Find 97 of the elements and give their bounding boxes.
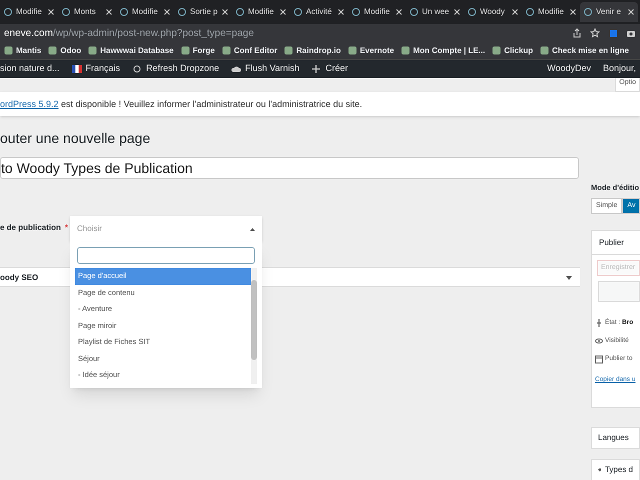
sidebar-box[interactable]: Langues: [591, 427, 640, 450]
tab-label[interactable]: Un wee: [422, 6, 450, 18]
browser-tab[interactable]: Un wee: [406, 2, 464, 22]
tab-label[interactable]: Modifie: [248, 6, 276, 18]
cloud-icon: [231, 65, 242, 73]
search-field[interactable]: [77, 247, 255, 264]
bookmark-icon: [492, 46, 502, 55]
bookmark-icon: [540, 46, 549, 55]
admin-bar-item[interactable]: Créer: [311, 62, 348, 76]
close-icon: [628, 9, 634, 15]
close-icon: [512, 9, 518, 15]
username-link[interactable]: WoodyDev: [547, 62, 591, 76]
caret-up-icon: [250, 228, 255, 230]
bookmark-icon: [88, 46, 98, 55]
update-notice: ordPress 5.9.2 est disponible ! Veuillez informer l'administrateur ou l'administratrice du site.: [0, 92, 640, 116]
star-icon: [590, 28, 600, 38]
bookmark-icon: [4, 46, 13, 55]
tab-label[interactable]: Modifie: [132, 6, 160, 18]
panel-title: oody SEO: [0, 272, 38, 284]
browser-tab[interactable]: Modifie: [348, 2, 406, 22]
bookmark-icon: [180, 46, 190, 55]
bookmark[interactable]: Hawwwai Database: [88, 44, 174, 56]
page-icon: [236, 8, 244, 16]
page-icon: [62, 8, 70, 16]
page-heading: outer une nouvelle page: [0, 129, 152, 148]
close-icon: [570, 9, 576, 15]
flag-icon: [72, 65, 82, 73]
page-icon: [294, 8, 302, 16]
page-icon: [120, 8, 128, 16]
preview-button[interactable]: [598, 281, 640, 302]
bookmark-icon: [48, 46, 58, 55]
eye-icon: [595, 336, 603, 346]
camera-icon: [626, 28, 636, 38]
greeting-link[interactable]: Bonjour,: [602, 62, 640, 76]
plus-icon: [311, 65, 322, 73]
page-icon: [352, 8, 360, 16]
url-field[interactable]: eneve.com/wp/wp-admin/post-new.php?post_type=page: [4, 26, 564, 40]
browser-tab[interactable]: Woody: [464, 2, 522, 22]
bookmark-icon: [222, 46, 231, 55]
close-icon: [48, 9, 54, 15]
share-icon: [572, 28, 582, 38]
admin-bar-item[interactable]: Français: [72, 62, 120, 76]
tab-label[interactable]: Modifie: [538, 6, 566, 18]
admin-bar-item[interactable]: sion nature d...: [0, 62, 60, 76]
tab-label[interactable]: Woody: [480, 6, 508, 18]
close-icon: [280, 9, 286, 15]
page-icon: [526, 8, 534, 16]
browser-tab[interactable]: Modifie: [0, 2, 58, 22]
extension-icon: [608, 28, 618, 38]
box-title: Publier: [592, 231, 640, 256]
bookmark[interactable]: Forge: [180, 44, 215, 56]
close-icon: [106, 9, 112, 15]
title-input[interactable]: to Woody Types de Publication: [0, 157, 579, 179]
bookmark[interactable]: Raindrop.io: [284, 44, 341, 56]
browser-tab[interactable]: Activité: [290, 2, 348, 22]
close-icon: [164, 9, 170, 15]
bookmark[interactable]: Clickup: [492, 44, 533, 56]
calendar-icon: [595, 354, 603, 364]
bookmark-icon: [401, 46, 410, 55]
bookmark[interactable]: Evernote: [348, 44, 394, 56]
tab-label[interactable]: Venir e: [596, 6, 624, 18]
bookmark-icon: [284, 46, 294, 55]
close-icon: [222, 9, 228, 15]
page-icon: [4, 8, 12, 16]
browser-tab[interactable]: Modifie: [522, 2, 580, 22]
admin-bar-item[interactable]: Flush Varnish: [231, 62, 300, 76]
pin-icon: [595, 318, 603, 328]
admin-bar-item[interactable]: Refresh Dropzone: [132, 62, 220, 76]
close-icon: [338, 9, 344, 15]
close-icon: [454, 9, 460, 15]
tab-label[interactable]: Sortie p: [190, 6, 218, 18]
bookmark[interactable]: Check mise en ligne: [540, 44, 629, 56]
field-label: e de publication *: [0, 222, 68, 234]
update-link[interactable]: ordPress 5.9.2: [0, 99, 59, 109]
refresh-icon: [132, 65, 142, 73]
browser-tab[interactable]: Sortie p: [174, 2, 232, 22]
tab-label[interactable]: Activité: [306, 6, 334, 18]
bookmark[interactable]: Mon Compte | LE...: [401, 44, 486, 56]
bookmark[interactable]: Mantis: [4, 44, 42, 56]
bookmark-icon: [348, 46, 357, 55]
tab-label[interactable]: Modifie: [16, 6, 44, 18]
browser-tab[interactable]: Modifie: [116, 2, 174, 22]
sidebar-box[interactable]: Types d: [591, 459, 640, 480]
scrollbar-thumb[interactable]: [251, 280, 257, 360]
page-icon: [468, 8, 476, 16]
caret-down-icon: [566, 276, 572, 280]
tab-label[interactable]: Modifie: [364, 6, 392, 18]
page-icon: [178, 8, 186, 16]
bookmark[interactable]: Conf Editor: [222, 44, 278, 56]
page-icon: [410, 8, 418, 16]
browser-tab[interactable]: Modifie: [232, 2, 290, 22]
page-icon: [584, 8, 592, 16]
close-icon: [396, 9, 402, 15]
tab-label[interactable]: Monts: [74, 6, 102, 18]
bookmark[interactable]: Odoo: [48, 44, 82, 56]
browser-tab[interactable]: Venir e: [580, 2, 638, 22]
browser-tab[interactable]: Monts: [58, 2, 116, 22]
